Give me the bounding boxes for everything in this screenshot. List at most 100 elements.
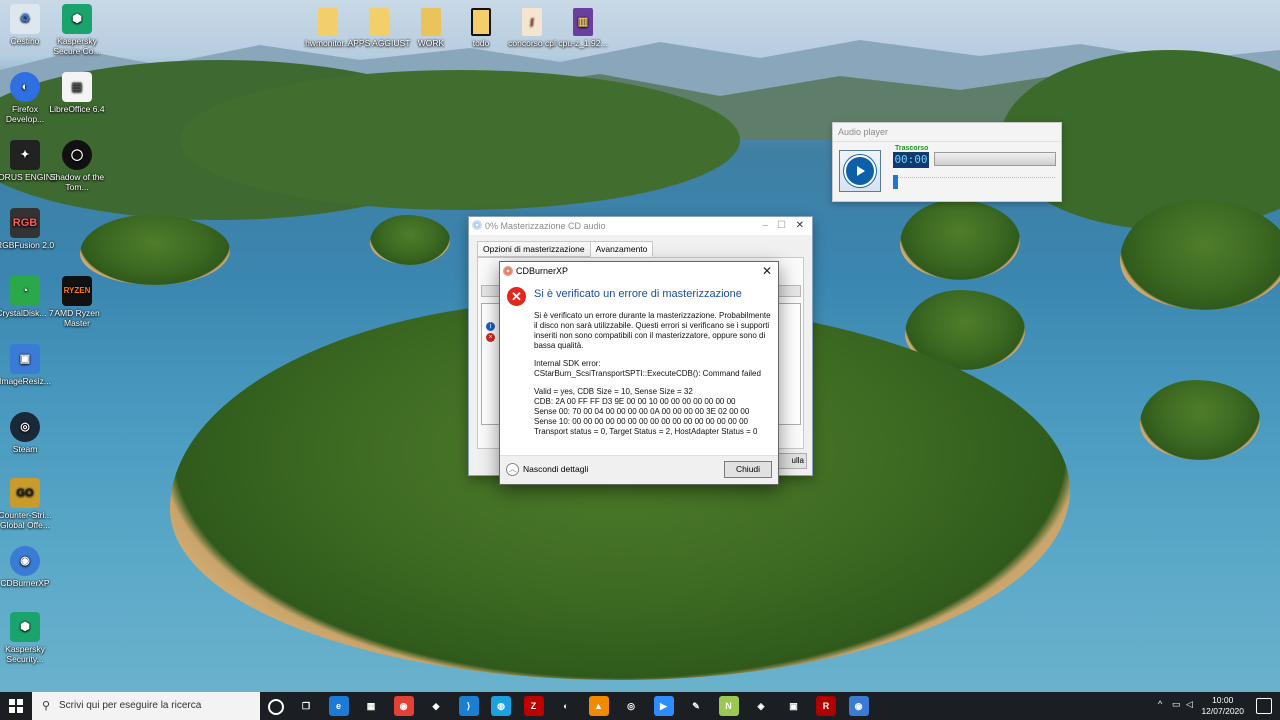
play-button[interactable] [839,150,881,192]
error-detail-line: Sense 10: 00 00 00 00 00 00 00 00 00 00 … [534,417,748,426]
edge-icon[interactable]: e [328,696,349,716]
minimize-button[interactable]: – [762,217,768,235]
desktop-icon-kaspersky-secure[interactable]: ⬢ Kaspersky Secure Co... [44,4,110,56]
play-icon [844,155,876,187]
desktop-icon-kaspersky-security[interactable]: ⬢ Kaspersky Security... [0,612,58,664]
desktop-icon-image-resizer[interactable]: ▣ ImageResiz... [0,344,58,386]
store-icon[interactable]: ▦ [361,696,381,716]
desktop-file-cpuz[interactable]: ▥ cpu-z_1.92... [550,8,616,48]
desktop-icon-steam[interactable]: ◎ Steam [0,412,58,454]
desktop-icon-cdburnerxp[interactable]: ◉ CDBurnerXP [0,546,58,588]
ryzen-master-icon[interactable]: R [816,696,836,716]
aorus-engine-icon: ✦ [10,140,40,170]
filezilla-icon[interactable]: Z [523,696,544,716]
notifications-icon[interactable] [1256,698,1272,714]
firefox-icon[interactable]: ◐ [556,696,576,716]
crystaldisk-icon: ◔ [10,276,40,306]
burn-window-title: 0% Masterizzazione CD audio [485,221,606,231]
dialog-close-action-button[interactable]: Chiudi [724,461,772,478]
folder-icon [369,8,389,36]
desktop-icon-libreoffice[interactable]: ▤ LibreOffice 6.4 [44,72,110,114]
error-dialog-titlebar: CDBurnerXP ✕ [500,262,778,280]
gpu-icon[interactable]: ◈ [751,696,771,716]
folder-icon [471,8,491,36]
maximize-button[interactable]: ☐ [777,217,786,235]
archive-icon: ▥ [573,8,593,36]
shadow-of-tomb-raider-icon: ◯ [62,140,92,170]
island-small [900,200,1020,280]
folder-icon [421,8,441,36]
app-icon[interactable]: ◍ [491,696,511,716]
notepadpp-icon[interactable]: N [718,696,739,716]
libreoffice-icon: ▤ [62,72,92,102]
tray-overflow-chevron[interactable]: ^ [1158,699,1162,709]
error-dialog: CDBurnerXP ✕ ✕ Si è verificato un errore… [499,261,779,485]
seek-track[interactable] [893,177,1055,190]
seek-thumb[interactable] [893,175,898,189]
volume-bar[interactable] [934,152,1056,166]
island-small [1140,380,1260,460]
hill-center [180,70,740,210]
display-icon[interactable]: ▣ [783,696,804,716]
tool-icon[interactable]: ✎ [686,696,706,716]
audio-player-title: Audio player [833,123,1061,142]
network-icon[interactable]: ▭ [1172,699,1181,710]
tab-burn-options[interactable]: Opzioni di masterizzazione [477,241,591,257]
error-dialog-title: CDBurnerXP [516,266,569,276]
island-small [370,215,450,265]
system-clock[interactable]: 10:00 12/07/2020 [1201,695,1244,717]
cortana-icon[interactable] [268,699,284,715]
taskbar-search-box[interactable]: ⚲ Scrivi qui per eseguire la ricerca [32,692,260,720]
desktop-background: ♻ Cestino ⬢ Kaspersky Secure Co... ◐ Fir… [0,0,1280,692]
error-detail-line: Transport status = 0, Target Status = 2,… [534,427,758,436]
start-button[interactable] [0,692,32,720]
task-view-icon[interactable]: ❒ [296,696,316,716]
vlc-icon[interactable]: ▲ [588,696,609,716]
folder-icon [318,8,338,36]
island-small [80,215,230,285]
kaspersky-security-icon: ⬢ [10,612,40,642]
error-icon: ✕ [507,287,526,306]
steam-icon[interactable]: ◎ [621,696,641,716]
cd-icon [472,220,482,230]
vscode-icon[interactable]: ⟩ [458,696,479,716]
desktop-icon-shadow-tomb-raider[interactable]: ◯ Shadow of the Tom... [44,140,110,192]
chevron-up-icon[interactable]: ︿ [506,463,519,476]
search-placeholder: Scrivi qui per eseguire la ricerca [59,700,202,711]
elapsed-label: Trascorso [895,145,929,152]
taskbar: ⚲ Scrivi qui per eseguire la ricerca ❒ e ▦… [0,692,1280,720]
error-detail-line: CDB: 2A 00 FF FF D3 9E 00 00 10 00 00 00… [534,397,736,406]
error-message: Si è verificato un errore durante la mas… [534,311,771,350]
close-button[interactable]: ✕ [796,217,804,235]
zoom-icon[interactable]: ▶ [653,696,674,716]
pdf-file-icon: ∫ [522,8,542,36]
counter-strike-icon: GO [10,478,40,508]
hide-details-toggle[interactable]: Nascondi dettagli [523,464,588,474]
chrome-icon[interactable]: ◉ [393,696,414,716]
sdk-error-text: CStarBurn_ScsiTransportSPTI::ExecuteCDB(… [534,369,761,378]
clock-date: 12/07/2020 [1201,706,1244,716]
error-dialog-footer: ︿ Nascondi dettagli Chiudi [500,455,778,484]
search-icon: ⚲ [42,700,51,712]
info-icon: i [486,322,495,331]
cdburnerxp-icon: ◉ [10,546,40,576]
windows-logo-icon [9,699,23,713]
desktop-icon-counter-strike[interactable]: GO Counter-Stri... Global Offe... [0,478,58,530]
desktop-icon-rgb-fusion[interactable]: RGB RGBFusion 2.0 [0,208,58,250]
error-heading: Si è verificato un errore di masterizzaz… [534,288,742,300]
recycle-bin-icon: ♻ [10,4,40,34]
cdburnerxp-taskbar-icon[interactable]: ◉ [848,696,869,716]
error-detail-line: Sense 00: 70 00 04 00 00 00 00 0A 00 00 … [534,407,750,416]
image-resizer-icon: ▣ [10,344,40,374]
island-small [1120,200,1280,310]
kaspersky-secure-connection-icon: ⬢ [62,4,92,34]
git-icon[interactable]: ◆ [426,696,446,716]
desktop-icon-amd-ryzen-master[interactable]: RYZEN AMD Ryzen Master [44,276,110,328]
volume-icon[interactable]: ◁ [1186,699,1193,710]
elapsed-time: 00:00 [893,152,929,168]
firefox-developer-icon: ◐ [10,72,40,102]
burn-window-tabs: Opzioni di masterizzazione Avanzamento [477,241,654,257]
sdk-error-label: Internal SDK error: [534,359,601,368]
dialog-close-button[interactable]: ✕ [762,262,772,280]
tab-progress[interactable]: Avanzamento [589,241,654,257]
